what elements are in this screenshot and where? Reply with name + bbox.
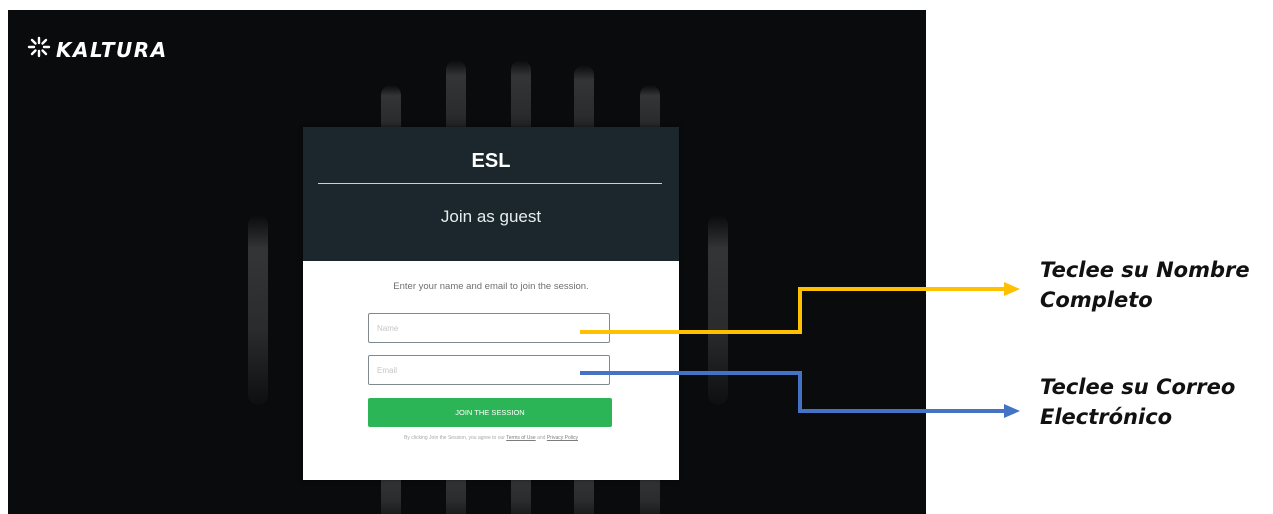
name-arrow (580, 282, 1020, 334)
callout-line: Completo (1040, 288, 1153, 312)
callout-line: Teclee su Nombre (1040, 258, 1250, 282)
callout-line: Electrónico (1040, 405, 1173, 429)
name-callout: Teclee su Nombre Completo (1040, 255, 1250, 315)
email-callout: Teclee su Correo Electrónico (1040, 372, 1235, 432)
callout-line: Teclee su Correo (1040, 375, 1236, 399)
email-arrow (580, 371, 1020, 418)
